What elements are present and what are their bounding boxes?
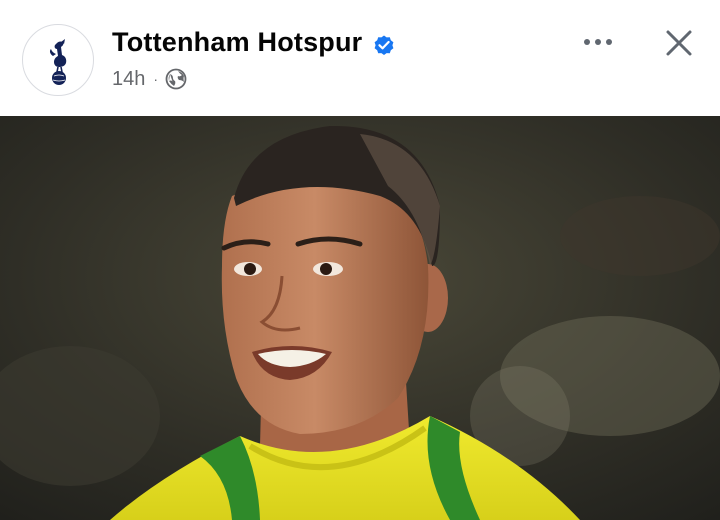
close-button[interactable] bbox=[656, 20, 702, 66]
tottenham-crest-icon bbox=[49, 39, 67, 85]
globe-icon[interactable] bbox=[165, 68, 187, 90]
post-header: Tottenham Hotspur 14h · bbox=[0, 0, 720, 116]
player-photo bbox=[0, 116, 720, 520]
close-icon bbox=[666, 30, 692, 56]
page-name[interactable]: Tottenham Hotspur bbox=[112, 27, 362, 58]
post-timestamp[interactable]: 14h bbox=[112, 68, 145, 91]
post-photo[interactable] bbox=[0, 116, 720, 520]
post-meta: 14h · bbox=[112, 66, 187, 92]
meta-separator: · bbox=[153, 71, 159, 87]
page-avatar[interactable] bbox=[22, 24, 94, 96]
more-options-button[interactable] bbox=[576, 22, 620, 62]
more-options-icon bbox=[584, 39, 612, 45]
verified-badge-icon bbox=[374, 35, 394, 55]
